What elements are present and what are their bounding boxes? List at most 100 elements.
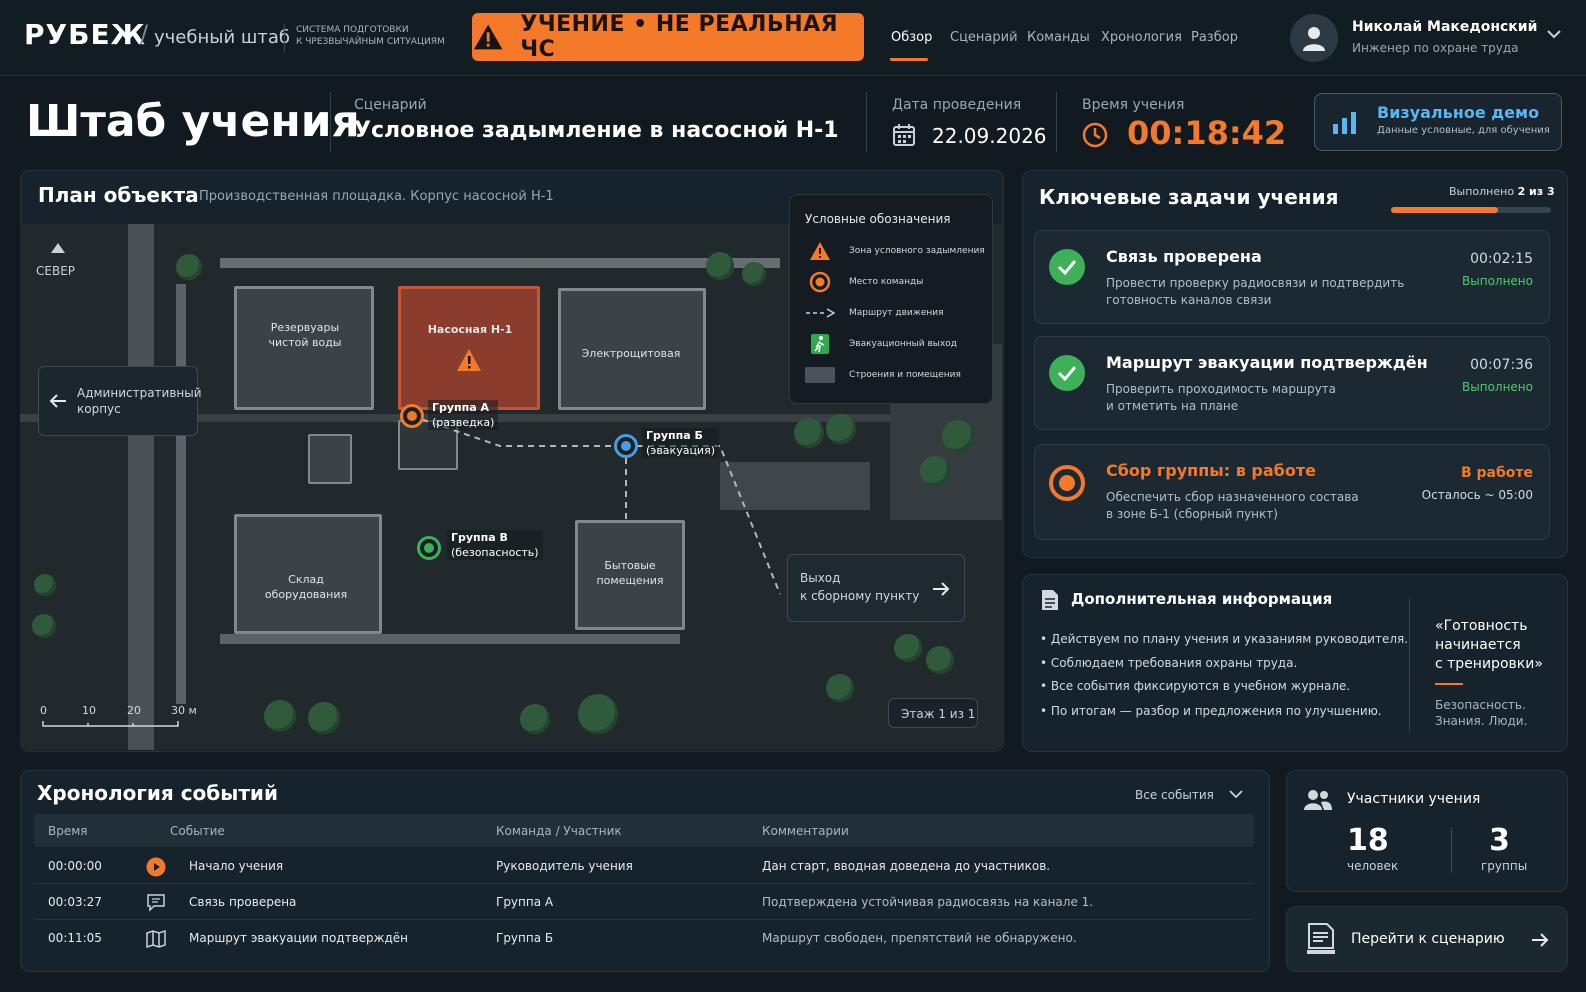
app-logo[interactable]: РУБЕЖ [24, 18, 146, 51]
info-motto: Безопасность. Знания. Люди. [1435, 698, 1528, 728]
tree [826, 674, 854, 702]
plan-subtitle: Производственная площадка. Корпус насосн… [199, 189, 554, 204]
row-comment: Маршрут свободен, препятствий не обнаруж… [762, 931, 1077, 945]
column-header: Событие [170, 824, 225, 838]
task-description: Обеспечить сбор назначенного состава в зо… [1106, 490, 1359, 521]
tree [706, 252, 734, 280]
scale-0: 0 [40, 704, 47, 717]
tree [578, 694, 618, 734]
timeline-title: Хронология событий [37, 781, 278, 805]
goto-scenario-button[interactable]: Перейти к сценарию [1286, 906, 1568, 972]
people-label: человек [1347, 859, 1399, 873]
tree [794, 418, 824, 448]
column-header: Комментарии [762, 824, 849, 838]
task-title: Маршрут эвакуации подтверждён [1106, 353, 1428, 372]
team-v-marker[interactable] [417, 536, 441, 560]
north-arrow-icon [51, 243, 65, 253]
team-a-label: Группа А (разведка) [428, 400, 499, 430]
people-count: 18 [1347, 823, 1389, 858]
row-event: Связь проверена [189, 895, 297, 909]
task-description: Проверить проходимость маршрута и отметит… [1106, 382, 1337, 413]
tree [308, 702, 340, 734]
task-remaining: Осталось ~ 05:00 [1421, 488, 1533, 502]
top-bar: РУБЕЖ / учебный штаб СИСТЕМА ПОДГОТОВКИ … [0, 0, 1586, 76]
nav-timeline[interactable]: Хронология [1101, 30, 1182, 45]
smoke-zone-icon [810, 242, 830, 260]
info-item: • Все события фиксируются в учебном журн… [1040, 679, 1351, 693]
legend-item: Строения и помещения [805, 365, 961, 385]
task-time: 00:02:15 [1470, 251, 1533, 267]
nav-teams[interactable]: Команды [1027, 30, 1090, 45]
info-divider [1409, 597, 1410, 733]
in-progress-icon [1049, 465, 1085, 501]
date-label: Дата проведения [892, 97, 1022, 113]
table-row[interactable]: 00:11:05 Маршрут эвакуации подтверждён Г… [34, 920, 1254, 956]
row-event: Начало учения [189, 859, 284, 873]
clock-icon [1082, 122, 1108, 148]
floor-selector[interactable]: Этаж 1 из 1 [888, 698, 978, 728]
scenario-label: Сценарий [354, 97, 427, 113]
tree [520, 704, 550, 734]
tree [894, 634, 922, 662]
column-header: Время [48, 824, 88, 838]
timeline-table-header: Время Событие Команда / Участник Коммент… [34, 814, 1254, 847]
logo-divider [284, 24, 285, 52]
play-icon [146, 857, 166, 877]
participants-title: Участники учения [1347, 791, 1481, 807]
building-swatch [805, 367, 835, 383]
task-card-active[interactable]: Сбор группы: в работе Обеспечить сбор на… [1034, 444, 1550, 540]
tree [264, 700, 296, 732]
demo-subtitle: Данные условные, для обучения [1377, 125, 1550, 136]
team-b-label: Группа Б (эвакуация) [642, 428, 719, 458]
task-card[interactable]: Маршрут эвакуации подтверждён Проверить … [1034, 336, 1550, 430]
task-title: Сбор группы: в работе [1106, 461, 1316, 480]
scenario-document-icon [1307, 923, 1335, 954]
team-location-icon [809, 271, 831, 293]
map-legend: Условные обозначения Зона условного зады… [789, 194, 993, 404]
avatar[interactable] [1290, 14, 1338, 62]
task-card[interactable]: Связь проверена Провести проверку радиос… [1034, 230, 1550, 324]
timeline-filter[interactable]: Все события [1135, 788, 1214, 802]
info-item: • Действуем по плану учения и указаниям … [1040, 632, 1409, 646]
task-title: Связь проверена [1106, 247, 1262, 266]
scale-30: 30 м [171, 704, 197, 717]
tasks-progress-text: Выполнено 2 из 3 [1449, 185, 1555, 198]
chat-icon [147, 894, 165, 912]
info-quote: «Готовность начинается с тренировки» [1435, 618, 1543, 672]
scenario-name: Условное задымление в насосной Н-1 [354, 118, 839, 143]
scale-bar [42, 721, 179, 727]
admin-building-button[interactable]: Административный корпус [38, 366, 202, 436]
time-label: Время учения [1082, 97, 1185, 113]
calendar-icon [893, 124, 915, 146]
warning-icon [473, 24, 503, 50]
row-team: Группа А [496, 895, 554, 909]
nav-active-indicator [890, 58, 928, 61]
visual-demo-button[interactable]: Визуальное демо Данные условные, для обу… [1314, 93, 1562, 151]
legend-item: Место команды [805, 271, 923, 293]
table-row[interactable]: 00:03:27 Связь проверена Группа А Подтве… [34, 884, 1254, 920]
tree [826, 414, 856, 444]
nav-review[interactable]: Разбор [1191, 30, 1238, 45]
header-divider [1056, 92, 1057, 152]
admin-building-label: Административный корпус [77, 386, 202, 416]
nav-overview[interactable]: Обзор [891, 30, 932, 45]
tasks-title: Ключевые задачи учения [1039, 185, 1339, 209]
arrow-right-icon [1532, 933, 1549, 947]
team-b-marker[interactable] [614, 434, 638, 458]
chevron-down-icon[interactable] [1546, 28, 1562, 40]
assembly-exit-button[interactable]: Выход к сборному пункту [787, 554, 965, 622]
tree [176, 254, 202, 280]
header-divider [866, 92, 867, 152]
task-state: В работе [1460, 465, 1533, 481]
nav-scenario[interactable]: Сценарий [950, 30, 1018, 45]
team-a-marker[interactable] [400, 404, 424, 428]
tasks-progress-bar [1391, 207, 1551, 213]
tree [742, 262, 766, 286]
table-row[interactable]: 00:00:00 Начало учения Руководитель учен… [34, 848, 1254, 884]
info-item: • По итогам — разбор и предложения по ул… [1040, 704, 1382, 718]
header-divider [330, 92, 331, 152]
task-status: Выполнено [1462, 380, 1533, 394]
task-time: 00:07:36 [1470, 357, 1533, 373]
row-time: 00:00:00 [48, 859, 102, 873]
chevron-down-icon[interactable] [1229, 789, 1243, 799]
